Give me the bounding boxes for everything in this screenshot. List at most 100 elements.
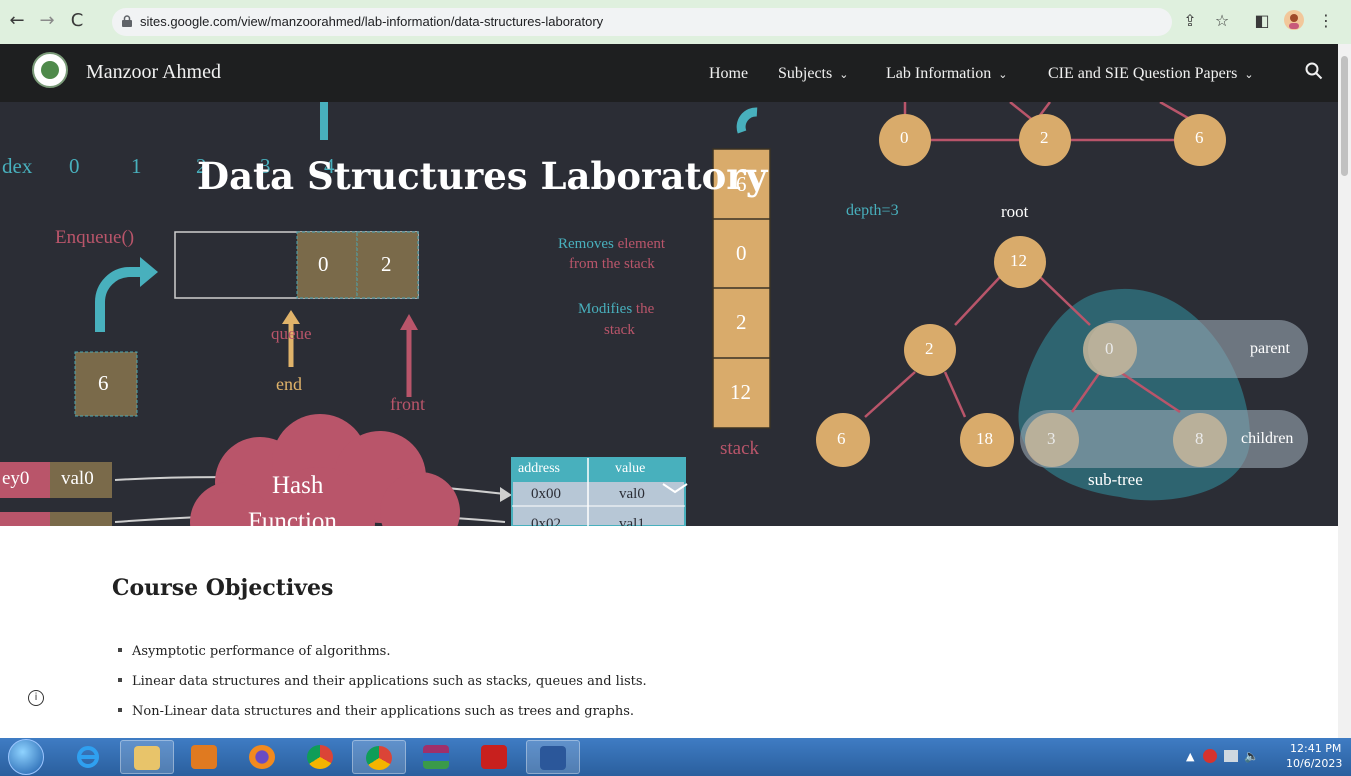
file-explorer-taskbar[interactable] bbox=[120, 740, 174, 774]
internet-explorer-taskbar[interactable] bbox=[62, 740, 116, 774]
page-title: Data Structures Laboratory bbox=[197, 154, 768, 198]
word-taskbar[interactable] bbox=[526, 740, 580, 774]
word-icon bbox=[540, 746, 566, 770]
back-arrow-icon[interactable]: ← bbox=[6, 10, 28, 32]
stack-arrow-shape bbox=[736, 107, 758, 134]
stack-cell: 12 bbox=[730, 380, 751, 404]
lock-icon bbox=[122, 15, 132, 27]
profile-avatar-icon bbox=[1284, 10, 1304, 30]
share-icon[interactable]: ⇪ bbox=[1180, 10, 1200, 32]
tray-expand-icon[interactable]: ▲ bbox=[1186, 750, 1194, 763]
scrollbar[interactable] bbox=[1338, 44, 1351, 738]
depth-label: depth=3 bbox=[846, 202, 899, 219]
search-icon[interactable] bbox=[1305, 62, 1323, 80]
nav-subjects[interactable]: Subjects ⌄ bbox=[778, 65, 848, 83]
hash-value: val0 bbox=[61, 468, 94, 489]
incoming-value: 6 bbox=[98, 371, 109, 395]
list-item: Asymptotic performance of algorithms. bbox=[118, 640, 647, 670]
removes-line2: from the stack bbox=[569, 256, 655, 272]
queue-label: queue bbox=[271, 324, 312, 343]
info-icon[interactable]: i bbox=[28, 690, 44, 706]
chrome-profile-taskbar[interactable] bbox=[352, 740, 406, 774]
forward-arrow-icon[interactable]: → bbox=[36, 10, 58, 32]
volume-icon[interactable]: 🔈 bbox=[1244, 749, 1259, 763]
reload-icon[interactable]: C bbox=[66, 10, 88, 32]
stack-label: stack bbox=[720, 438, 760, 459]
winrar-taskbar[interactable] bbox=[410, 740, 464, 774]
stack-cell: 2 bbox=[736, 310, 747, 334]
menu-kebab-icon[interactable]: ⋮ bbox=[1318, 10, 1334, 32]
objective-text: Non-Linear data structures and their app… bbox=[132, 704, 635, 719]
nav-question-papers-label: CIE and SIE Question Papers bbox=[1048, 65, 1238, 82]
profile-avatar[interactable] bbox=[1284, 10, 1304, 32]
clock-date[interactable]: 10/6/2023 bbox=[1286, 757, 1342, 770]
parent-label: parent bbox=[1250, 340, 1290, 357]
children-label: children bbox=[1241, 430, 1294, 447]
start-button[interactable] bbox=[8, 739, 44, 775]
chevron-down-icon: ⌄ bbox=[998, 69, 1008, 81]
internet-explorer-icon bbox=[75, 745, 101, 769]
scrollbar-thumb[interactable] bbox=[1341, 56, 1348, 176]
front-arrow-shape bbox=[400, 314, 418, 330]
removes-text: Removes element bbox=[558, 236, 665, 253]
clock-time[interactable]: 12:41 PM bbox=[1290, 742, 1341, 755]
bookmark-star-icon[interactable]: ☆ bbox=[1212, 10, 1232, 32]
nav-lab-information[interactable]: Lab Information ⌄ bbox=[886, 65, 1008, 83]
url-text[interactable]: sites.google.com/view/manzoorahmed/lab-i… bbox=[140, 14, 603, 29]
browser-toolbar: ← → C sites.google.com/view/manzoorahmed… bbox=[0, 0, 1351, 45]
up-arrow-shape bbox=[320, 102, 328, 140]
firefox-taskbar[interactable] bbox=[236, 740, 290, 774]
chevron-down-icon: ⌄ bbox=[839, 69, 849, 81]
site-logo[interactable] bbox=[32, 52, 68, 88]
security-tray-icon[interactable] bbox=[1203, 749, 1217, 763]
hash-subtitle: Function bbox=[248, 508, 337, 526]
queue-cell: 0 bbox=[318, 252, 329, 276]
hash-key: ey0 bbox=[2, 468, 30, 489]
table-header: value bbox=[615, 461, 646, 476]
sidepanel-icon[interactable]: ◧ bbox=[1252, 10, 1272, 32]
nav-lab-information-label: Lab Information bbox=[886, 65, 992, 82]
hero-banner: dex 0 1 2 3 4 Enqueue() 0 2 6 queue end … bbox=[0, 102, 1338, 526]
objective-text: Asymptotic performance of algorithms. bbox=[132, 644, 391, 659]
end-label: end bbox=[276, 374, 302, 394]
pdf-icon bbox=[481, 745, 507, 769]
tree-node-label: 8 bbox=[1195, 429, 1204, 448]
acrobat-taskbar[interactable] bbox=[468, 740, 522, 774]
tree-node-label: 6 bbox=[1195, 128, 1204, 147]
media-player-taskbar[interactable] bbox=[178, 740, 232, 774]
address-bar[interactable]: sites.google.com/view/manzoorahmed/lab-i… bbox=[112, 8, 1172, 36]
folder-icon bbox=[134, 746, 160, 770]
media-player-icon bbox=[191, 745, 217, 769]
site-title[interactable]: Manzoor Ahmed bbox=[86, 61, 221, 84]
nav-question-papers[interactable]: CIE and SIE Question Papers ⌄ bbox=[1048, 65, 1254, 83]
nav-home[interactable]: Home bbox=[709, 65, 748, 83]
chevron-down-icon: ⌄ bbox=[1244, 69, 1254, 81]
modifies-text: Modifies the bbox=[578, 301, 654, 318]
table-cell: val1 bbox=[619, 516, 645, 526]
index-value: 0 bbox=[69, 154, 80, 178]
root-value: 12 bbox=[1010, 251, 1027, 270]
network-tray-icon[interactable] bbox=[1224, 750, 1238, 762]
subtree-label: sub-tree bbox=[1088, 470, 1143, 489]
objective-text: Linear data structures and their applica… bbox=[132, 674, 647, 689]
section-heading: Course Objectives bbox=[112, 575, 334, 601]
tree-node-label: 0 bbox=[900, 128, 909, 147]
site-header: Manzoor Ahmed Home Subjects ⌄ Lab Inform… bbox=[0, 44, 1338, 102]
objectives-list: Asymptotic performance of algorithms. Li… bbox=[118, 640, 647, 730]
modifies-rest: the bbox=[635, 301, 655, 317]
queue-cell: 2 bbox=[381, 252, 392, 276]
chrome-taskbar[interactable] bbox=[294, 740, 348, 774]
list-item: Linear data structures and their applica… bbox=[118, 670, 647, 700]
table-cell: 0x00 bbox=[531, 486, 561, 502]
table-cell: val0 bbox=[619, 486, 645, 502]
tree-node-label: 2 bbox=[925, 339, 934, 358]
modifies-highlight: Modifies bbox=[578, 301, 633, 317]
table-header: address bbox=[518, 461, 560, 476]
chrome-icon bbox=[307, 745, 333, 769]
stack-cell: 0 bbox=[736, 241, 747, 265]
tree-node-label: 18 bbox=[976, 429, 993, 448]
enqueue-label: Enqueue() bbox=[55, 227, 135, 248]
list-item: Non-Linear data structures and their app… bbox=[118, 700, 647, 730]
hash-title: Hash bbox=[272, 472, 324, 499]
front-label: front bbox=[390, 394, 425, 414]
